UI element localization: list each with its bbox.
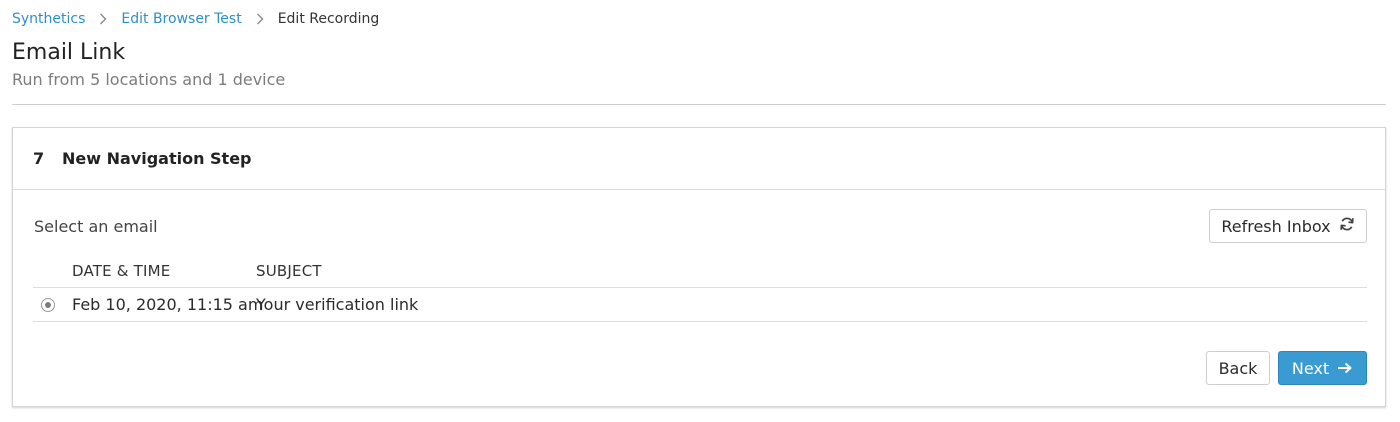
table-header: DATE & TIME SUBJECT	[33, 254, 1367, 288]
back-button[interactable]: Back	[1206, 351, 1270, 385]
next-button[interactable]: Next	[1278, 351, 1367, 385]
select-email-label: Select an email	[34, 217, 158, 236]
step-title: New Navigation Step	[62, 149, 252, 168]
breadcrumb-synthetics-link[interactable]: Synthetics	[12, 11, 85, 27]
email-table: DATE & TIME SUBJECT Feb 10, 2020, 11:15 …	[33, 254, 1367, 322]
radio-selected-dot	[45, 302, 51, 308]
page-subtitle: Run from 5 locations and 1 device	[12, 70, 286, 89]
breadcrumb: Synthetics Edit Browser Test Edit Record…	[12, 8, 379, 30]
header-divider	[12, 104, 1386, 105]
step-header: 7 New Navigation Step	[13, 128, 1385, 190]
column-header-subject: SUBJECT	[256, 262, 322, 280]
chevron-right-icon	[242, 11, 278, 27]
refresh-icon	[1339, 216, 1355, 236]
step-number: 7	[33, 149, 45, 168]
column-header-date-time: DATE & TIME	[72, 262, 171, 280]
page-title: Email Link	[12, 40, 126, 65]
table-row[interactable]: Feb 10, 2020, 11:15 am Your verification…	[33, 288, 1367, 322]
breadcrumb-edit-browser-test-link[interactable]: Edit Browser Test	[121, 11, 241, 27]
arrow-right-icon	[1337, 359, 1353, 378]
step-card: 7 New Navigation Step Select an email Re…	[12, 127, 1386, 407]
email-date-time: Feb 10, 2020, 11:15 am	[72, 295, 264, 314]
breadcrumb-current: Edit Recording	[277, 11, 380, 27]
email-subject: Your verification link	[256, 295, 419, 314]
refresh-inbox-button[interactable]: Refresh Inbox	[1209, 209, 1367, 243]
next-label: Next	[1291, 358, 1330, 378]
chevron-right-icon	[85, 11, 121, 27]
email-radio-button[interactable]	[41, 298, 55, 312]
refresh-inbox-label: Refresh Inbox	[1221, 216, 1331, 236]
